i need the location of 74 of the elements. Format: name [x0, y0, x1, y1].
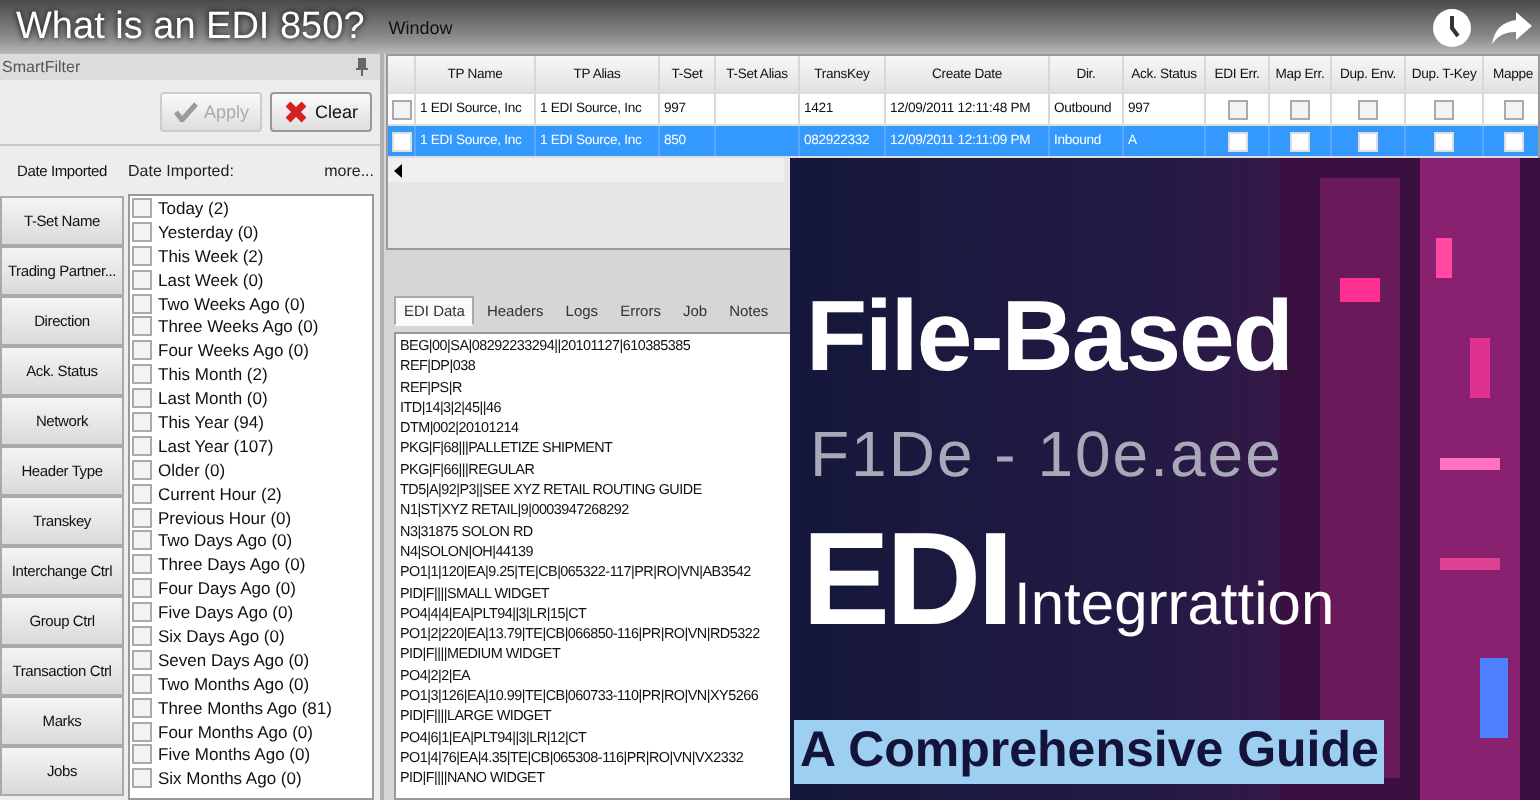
- checkbox[interactable]: [132, 768, 152, 789]
- checkbox[interactable]: [132, 625, 152, 646]
- checkbox[interactable]: [132, 673, 152, 694]
- checkbox[interactable]: [132, 293, 152, 313]
- checkbox[interactable]: [132, 388, 152, 409]
- checkbox[interactable]: [132, 483, 152, 504]
- checkbox[interactable]: [1227, 99, 1247, 119]
- graphic-subtitle: F1De - 10e.aee: [810, 418, 1283, 492]
- checkbox[interactable]: [132, 578, 152, 599]
- option-label: Yesterday (0): [158, 221, 259, 242]
- graphic-heading: EDI: [802, 502, 1011, 654]
- pin-icon: [356, 58, 368, 76]
- panel-title: SmartFilter: [2, 58, 81, 76]
- checkbox[interactable]: [132, 316, 152, 337]
- checkbox[interactable]: [391, 99, 411, 119]
- checkbox[interactable]: [132, 507, 152, 528]
- video-title: What is an EDI 850?: [16, 5, 365, 49]
- checkbox[interactable]: [132, 721, 152, 742]
- share-icon: [1492, 9, 1532, 45]
- more-link[interactable]: more...: [324, 161, 374, 179]
- option-label: Six Months Ago (0): [158, 768, 302, 789]
- checkbox[interactable]: [132, 554, 152, 575]
- checkbox[interactable]: [1503, 99, 1523, 119]
- menu-item[interactable]: Window: [388, 17, 453, 37]
- option-label: Two Days Ago (0): [158, 530, 293, 551]
- option-label: Three Weeks Ago (0): [158, 316, 319, 337]
- checkbox[interactable]: [132, 530, 152, 551]
- option-label: Four Months Ago (0): [158, 721, 313, 742]
- checkbox[interactable]: [132, 744, 152, 765]
- option-label: This Month (2): [158, 364, 268, 385]
- option-label: This Year (94): [158, 411, 264, 432]
- checkbox[interactable]: [132, 435, 152, 456]
- option-label: Four Weeks Ago (0): [158, 340, 309, 361]
- horizontal-scrollbar[interactable]: [388, 158, 784, 182]
- option-label: Older (0): [158, 459, 226, 480]
- checkbox[interactable]: [132, 340, 152, 361]
- filter-label: Date Imported:: [128, 161, 234, 179]
- option-label: Seven Days Ago (0): [158, 649, 310, 670]
- option-label: Two Weeks Ago (0): [158, 293, 306, 313]
- option-label: Five Months Ago (0): [158, 744, 311, 765]
- checkbox[interactable]: [132, 245, 152, 266]
- option-label: Previous Hour (0): [158, 507, 292, 528]
- graphic-banner: A Comprehensive Guide: [794, 720, 1385, 784]
- option-label: This Week (2): [158, 245, 264, 266]
- checkbox[interactable]: [132, 411, 152, 432]
- option-label: Last Month (0): [158, 388, 268, 409]
- option-label: Two Months Ago (0): [158, 673, 310, 694]
- checkbox[interactable]: [1434, 99, 1454, 119]
- option-label: Four Days Ago (0): [158, 578, 296, 599]
- checkbox[interactable]: [132, 602, 152, 623]
- option-label: Last Year (107): [158, 435, 274, 456]
- check-icon: [173, 102, 198, 122]
- checkbox[interactable]: [132, 649, 152, 670]
- checkbox[interactable]: [1290, 99, 1310, 119]
- checkbox[interactable]: [132, 197, 152, 218]
- checkbox[interactable]: [132, 697, 152, 718]
- x-icon: [284, 100, 309, 124]
- clear-button[interactable]: Clear: [270, 92, 372, 132]
- option-label: Six Days Ago (0): [158, 625, 285, 646]
- option-label: Three Days Ago (0): [158, 554, 306, 575]
- checkbox[interactable]: [132, 221, 152, 242]
- graphic-heading-suffix: Integrrattion: [1014, 572, 1335, 640]
- graphic-title: File-Based: [806, 278, 1292, 394]
- option-label: Three Months Ago (81): [158, 697, 332, 718]
- checkbox[interactable]: [1358, 99, 1378, 119]
- option-label: Last Week (0): [158, 269, 264, 290]
- option-label: Current Hour (2): [158, 483, 282, 504]
- option-label: Today (2): [158, 197, 229, 218]
- checkbox[interactable]: [132, 364, 152, 385]
- checkbox[interactable]: [132, 459, 152, 480]
- clock-icon: [1432, 7, 1472, 47]
- left-arrow-icon: [394, 163, 402, 177]
- option-label: Five Days Ago (0): [158, 602, 294, 623]
- checkbox[interactable]: [132, 269, 152, 290]
